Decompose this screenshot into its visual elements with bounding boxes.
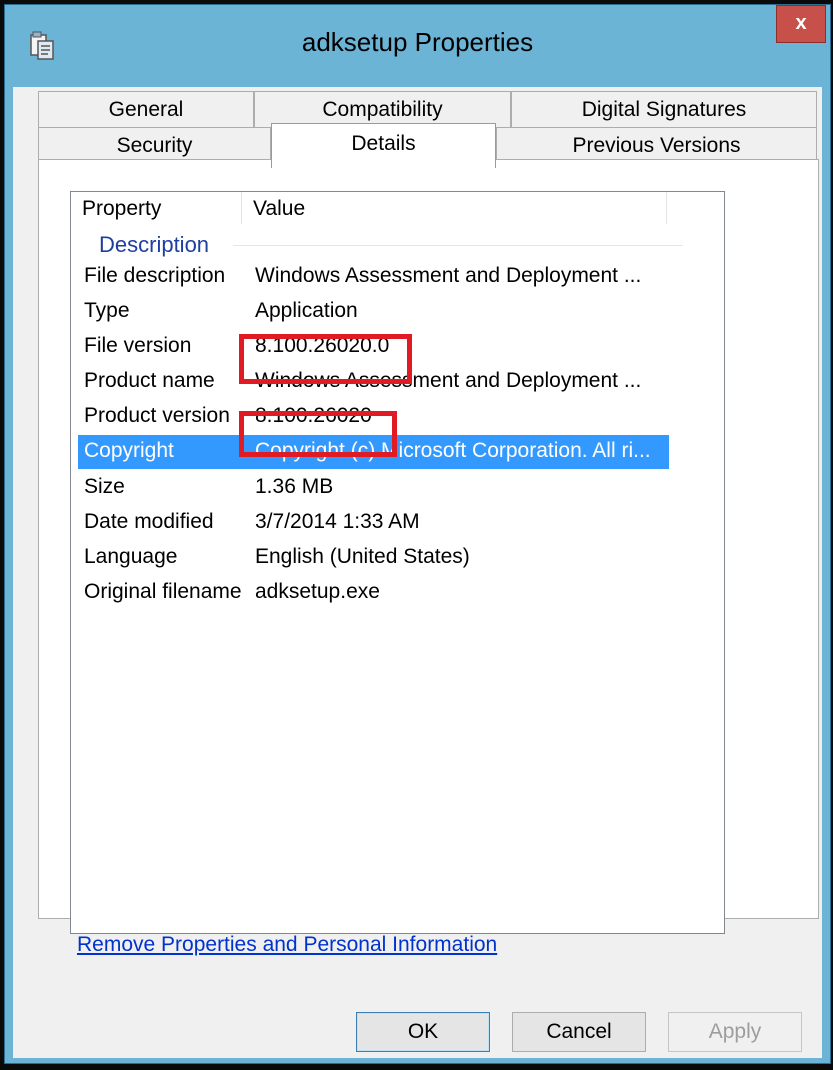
list-item[interactable]: Product version 8.100.26020 xyxy=(71,400,724,434)
property-name: Type xyxy=(84,299,130,322)
property-name: Date modified xyxy=(84,510,214,533)
property-value: adksetup.exe xyxy=(255,580,380,603)
list-item[interactable]: Date modified 3/7/2014 1:33 AM xyxy=(71,506,724,540)
window-title: adksetup Properties xyxy=(301,27,534,57)
cancel-button[interactable]: Cancel xyxy=(512,1012,646,1052)
remove-properties-link[interactable]: Remove Properties and Personal Informati… xyxy=(77,933,497,957)
properties-window: adksetup Properties x General Compatibil… xyxy=(4,4,831,1064)
tab-general[interactable]: General xyxy=(38,91,254,127)
property-name: Copyright xyxy=(84,439,174,462)
column-header-property[interactable]: Property xyxy=(71,192,242,224)
property-name: File description xyxy=(84,264,226,287)
tab-label: Previous Versions xyxy=(572,134,741,157)
column-header-label: Property xyxy=(82,197,162,220)
group-divider xyxy=(233,245,683,246)
property-name: Original filename xyxy=(84,580,242,603)
close-icon: x xyxy=(795,12,807,34)
property-value: Application xyxy=(255,299,358,322)
highlight-box-product-version xyxy=(239,411,397,457)
ok-button[interactable]: OK xyxy=(356,1012,490,1052)
details-list[interactable]: Property Value Description File descript… xyxy=(70,191,725,934)
list-item[interactable]: Original filename adksetup.exe xyxy=(71,576,724,610)
list-item[interactable]: Language English (United States) xyxy=(71,541,724,575)
list-item[interactable]: Type Application xyxy=(71,295,724,329)
property-value: 3/7/2014 1:33 AM xyxy=(255,510,420,533)
tab-label: Details xyxy=(351,132,416,155)
property-value: 1.36 MB xyxy=(255,475,334,498)
property-name: Product name xyxy=(84,369,215,392)
tab-label: General xyxy=(108,98,184,121)
tab-details[interactable]: Details xyxy=(271,123,496,168)
title-bar[interactable]: adksetup Properties x xyxy=(5,5,830,87)
group-header-description[interactable]: Description xyxy=(99,232,209,258)
property-name: File version xyxy=(84,334,192,357)
tab-label: Compatibility xyxy=(322,98,443,121)
highlight-box-file-version xyxy=(239,334,412,384)
tab-previous-versions[interactable]: Previous Versions xyxy=(496,127,817,161)
list-item-selected[interactable]: Copyright Copyright (c) Microsoft Corpor… xyxy=(71,435,724,469)
list-item[interactable]: Size 1.36 MB xyxy=(71,471,724,505)
column-header-label: Value xyxy=(253,197,306,220)
tab-label: Security xyxy=(116,134,193,157)
tab-label: Digital Signatures xyxy=(581,98,747,121)
column-header-value[interactable]: Value xyxy=(242,192,667,224)
apply-button[interactable]: Apply xyxy=(668,1012,802,1052)
list-item[interactable]: File description Windows Assessment and … xyxy=(71,260,724,294)
tab-security[interactable]: Security xyxy=(38,127,271,161)
property-value: English (United States) xyxy=(255,545,470,568)
property-name: Language xyxy=(84,545,178,568)
property-name: Product version xyxy=(84,404,230,427)
close-button[interactable]: x xyxy=(776,5,826,43)
tab-compatibility[interactable]: Compatibility xyxy=(254,91,511,127)
tab-digital-signatures[interactable]: Digital Signatures xyxy=(511,91,817,127)
property-name: Size xyxy=(84,475,125,498)
property-value: Windows Assessment and Deployment ... xyxy=(255,264,642,287)
dialog-client-area: General Compatibility Digital Signatures… xyxy=(13,87,822,1058)
list-header: Property Value xyxy=(71,192,724,226)
